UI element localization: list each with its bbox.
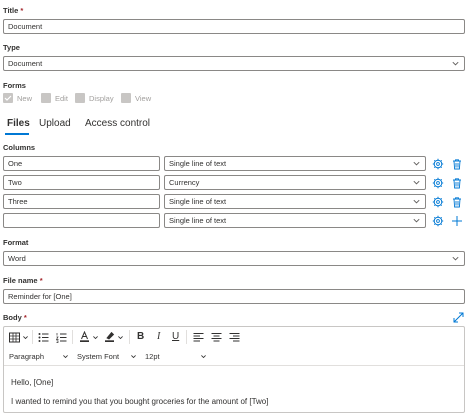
toolbar-divider <box>4 365 464 366</box>
tab-upload[interactable]: Upload <box>39 118 71 129</box>
font-family-select[interactable]: System Font <box>77 352 137 361</box>
trash-icon[interactable] <box>451 158 463 170</box>
align-right-icon[interactable] <box>229 332 240 343</box>
editor-line: I wanted to remind you that you bought g… <box>11 397 269 406</box>
gear-icon[interactable] <box>432 215 444 227</box>
forms-display-label: Display <box>89 94 114 103</box>
filename-input[interactable]: Reminder for [One] <box>3 289 465 304</box>
expand-icon[interactable] <box>453 312 464 323</box>
title-input[interactable]: Document <box>3 19 465 34</box>
column-type-select[interactable]: Single line of text <box>164 156 426 171</box>
chevron-down-icon[interactable] <box>22 334 29 341</box>
column-type-select[interactable]: Single line of text <box>164 194 426 209</box>
highlight-icon[interactable] <box>104 331 115 342</box>
column-name-input[interactable] <box>3 213 160 228</box>
editor-line: Hello, [One] <box>11 378 54 387</box>
forms-view-label: View <box>135 94 152 103</box>
chevron-down-icon <box>413 180 420 185</box>
tab-active-indicator <box>5 133 29 135</box>
align-center-icon[interactable] <box>211 332 222 343</box>
chevron-down-icon <box>131 355 136 359</box>
bullet-list-icon[interactable] <box>38 332 49 343</box>
toolbar-separator <box>129 330 130 344</box>
column-name-input[interactable]: Three <box>3 194 160 209</box>
forms-new-label: New <box>17 94 33 103</box>
chevron-down-icon <box>63 355 68 359</box>
column-type-select[interactable]: Single line of text <box>164 213 426 228</box>
underline-icon[interactable]: U <box>172 331 179 342</box>
forms-new-checkbox[interactable] <box>3 93 13 103</box>
type-select[interactable]: Document <box>3 56 465 71</box>
chevron-down-icon <box>413 218 420 223</box>
trash-icon[interactable] <box>451 177 463 189</box>
column-name-input[interactable]: Two <box>3 175 160 190</box>
column-type-select[interactable]: Currency <box>164 175 426 190</box>
columns-label: Columns <box>3 143 36 152</box>
toolbar-separator <box>186 330 187 344</box>
forms-label: Forms <box>3 81 26 90</box>
align-left-icon[interactable] <box>193 332 204 343</box>
chevron-down-icon[interactable] <box>92 334 99 341</box>
italic-icon[interactable]: I <box>157 331 160 342</box>
gear-icon[interactable] <box>432 196 444 208</box>
chevron-down-icon <box>413 161 420 166</box>
forms-edit-label: Edit <box>55 94 68 103</box>
font-color-icon[interactable] <box>79 331 90 342</box>
trash-icon[interactable] <box>451 196 463 208</box>
chevron-down-icon <box>413 199 420 204</box>
forms-edit-checkbox[interactable] <box>41 93 51 103</box>
body-label: Body * <box>3 313 27 322</box>
forms-view-checkbox[interactable] <box>121 93 131 103</box>
checkmark-icon <box>4 95 12 101</box>
bold-icon[interactable]: B <box>137 331 144 342</box>
chevron-down-icon[interactable] <box>117 334 124 341</box>
tab-files[interactable]: Files <box>7 118 30 129</box>
format-select[interactable]: Word <box>3 251 465 266</box>
add-icon[interactable] <box>451 215 463 227</box>
forms-display-checkbox[interactable] <box>75 93 85 103</box>
chevron-down-icon <box>452 61 459 66</box>
numbered-list-icon[interactable] <box>56 332 67 343</box>
gear-icon[interactable] <box>432 158 444 170</box>
toolbar-separator <box>72 330 73 344</box>
tab-access-control[interactable]: Access control <box>85 118 150 129</box>
type-label: Type <box>3 43 20 52</box>
title-label: Title * <box>3 6 24 15</box>
block-format-select[interactable]: Paragraph <box>9 352 69 361</box>
format-label: Format <box>3 238 29 247</box>
gear-icon[interactable] <box>432 177 444 189</box>
filename-label: File name * <box>3 276 43 285</box>
chevron-down-icon <box>201 355 206 359</box>
column-name-input[interactable]: One <box>3 156 160 171</box>
table-icon[interactable] <box>9 332 20 343</box>
chevron-down-icon <box>452 256 459 261</box>
toolbar-separator <box>32 330 33 344</box>
font-size-select[interactable]: 12pt <box>145 352 207 361</box>
